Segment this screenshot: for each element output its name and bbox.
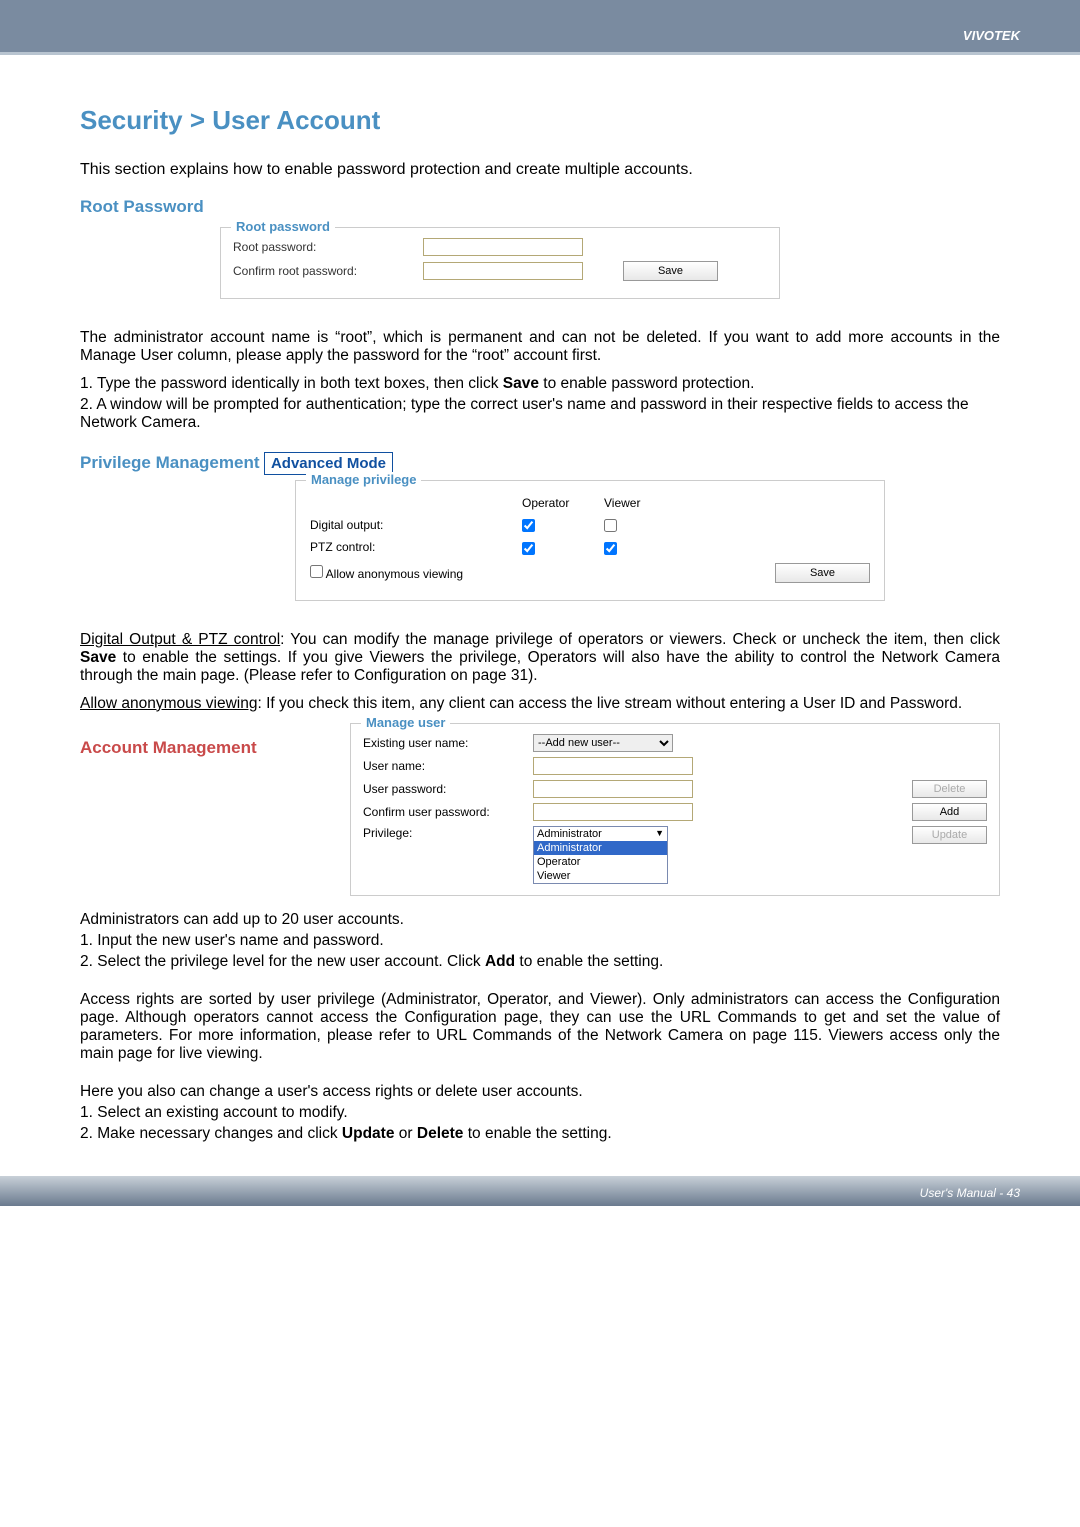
digital-output-operator-checkbox[interactable] <box>522 519 535 532</box>
row-digital-output-label: Digital output: <box>310 515 520 535</box>
privilege-fieldset: Manage privilege Operator Viewer Digital… <box>295 480 885 601</box>
root-password-label: Root password: <box>233 240 423 254</box>
intro-text: This section explains how to enable pass… <box>80 161 1000 179</box>
user-name-input[interactable] <box>533 757 693 775</box>
account-desc6: 1. Select an existing account to modify. <box>80 1104 1000 1122</box>
user-password-label: User password: <box>363 782 533 796</box>
confirm-user-password-input[interactable] <box>533 803 693 821</box>
root-password-fieldset: Root password Root password: Confirm roo… <box>220 227 780 299</box>
footer-page-number: User's Manual - 43 <box>920 1186 1020 1200</box>
privilege-label: Privilege: <box>363 826 533 840</box>
root-password-desc3: 2. A window will be prompted for authent… <box>80 396 1000 432</box>
row-ptz-label: PTZ control: <box>310 537 520 557</box>
privilege-heading: Privilege Management <box>80 453 260 472</box>
account-desc1: Administrators can add up to 20 user acc… <box>80 911 1000 929</box>
privilege-desc-anon: Allow anonymous viewing: If you check th… <box>80 695 1000 713</box>
root-password-save-button[interactable]: Save <box>623 261 718 281</box>
manage-user-fieldset: Manage user Existing user name: --Add ne… <box>350 723 1000 896</box>
page-content: Security > User Account This section exp… <box>0 55 1080 1176</box>
root-password-input[interactable] <box>423 238 583 256</box>
page-title: Security > User Account <box>80 105 1000 136</box>
digital-output-viewer-checkbox[interactable] <box>604 519 617 532</box>
confirm-root-password-input[interactable] <box>423 262 583 280</box>
privilege-option-administrator[interactable]: Administrator <box>534 841 667 855</box>
allow-anonymous-label: Allow anonymous viewing <box>326 567 463 581</box>
root-password-legend: Root password <box>231 219 335 234</box>
brand-logo: VIVOTEK <box>963 28 1020 43</box>
user-name-label: User name: <box>363 759 533 773</box>
existing-user-label: Existing user name: <box>363 736 533 750</box>
account-desc3: 2. Select the privilege level for the ne… <box>80 953 1000 971</box>
root-password-desc2: 1. Type the password identically in both… <box>80 375 1000 393</box>
delete-button[interactable]: Delete <box>912 780 987 798</box>
privilege-desc-doptz: Digital Output & PTZ control: You can mo… <box>80 631 1000 685</box>
privilege-save-button[interactable]: Save <box>775 563 870 583</box>
account-desc4: Access rights are sorted by user privile… <box>80 991 1000 1063</box>
confirm-user-password-label: Confirm user password: <box>363 805 533 819</box>
account-desc7: 2. Make necessary changes and click Upda… <box>80 1125 1000 1143</box>
update-button[interactable]: Update <box>912 826 987 844</box>
root-password-desc1: The administrator account name is “root”… <box>80 329 1000 365</box>
ptz-viewer-checkbox[interactable] <box>604 542 617 555</box>
privilege-legend: Manage privilege <box>306 472 421 487</box>
account-desc2: 1. Input the new user's name and passwor… <box>80 932 1000 950</box>
footer-bar: User's Manual - 43 <box>0 1176 1080 1206</box>
privilege-option-viewer[interactable]: Viewer <box>534 869 667 883</box>
account-desc5: Here you also can change a user's access… <box>80 1083 1000 1101</box>
manage-user-legend: Manage user <box>361 715 450 730</box>
header-bar: VIVOTEK <box>0 0 1080 55</box>
privilege-select[interactable]: Administrator▼ Administrator Operator Vi… <box>533 826 668 884</box>
root-password-heading: Root Password <box>80 197 1000 217</box>
existing-user-select[interactable]: --Add new user-- <box>533 734 673 752</box>
allow-anonymous-checkbox[interactable] <box>310 565 323 578</box>
ptz-operator-checkbox[interactable] <box>522 542 535 555</box>
account-management-heading: Account Management <box>80 723 350 758</box>
user-password-input[interactable] <box>533 780 693 798</box>
col-viewer-header: Viewer <box>604 493 684 513</box>
confirm-root-password-label: Confirm root password: <box>233 264 423 278</box>
col-operator-header: Operator <box>522 493 602 513</box>
privilege-option-operator[interactable]: Operator <box>534 855 667 869</box>
chevron-down-icon: ▼ <box>655 828 664 840</box>
add-button[interactable]: Add <box>912 803 987 821</box>
